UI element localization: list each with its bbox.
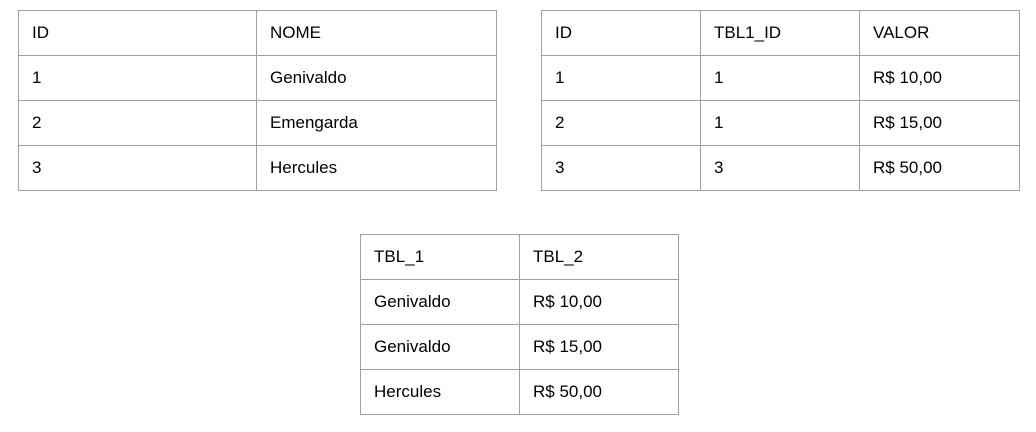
table-cell: Hercules	[256, 145, 497, 191]
table-cell: 1	[18, 55, 257, 101]
table-cell: R$ 10,00	[859, 55, 1020, 101]
table-3-header-tbl-1: TBL_1	[360, 234, 520, 280]
table-cell: Emengarda	[256, 100, 497, 146]
table-cell: 3	[18, 145, 257, 191]
table-cell: 2	[18, 100, 257, 146]
table-cell: Genivaldo	[360, 279, 520, 325]
table-1-header-row: ID NOME	[18, 10, 497, 56]
table-cell: R$ 50,00	[859, 145, 1020, 191]
table-cell: R$ 15,00	[519, 324, 679, 370]
table-2: ID TBL1_ID VALOR 1 1 R$ 10,00 2 1 R$ 15,…	[541, 10, 1020, 191]
table-cell: 2	[541, 100, 701, 146]
table-row: 2 Emengarda	[18, 100, 497, 146]
table-1: ID NOME 1 Genivaldo 2 Emengarda 3 Hercul…	[18, 10, 497, 191]
table-cell: 3	[541, 145, 701, 191]
table-row: 3 Hercules	[18, 145, 497, 191]
table-row: 1 Genivaldo	[18, 55, 497, 101]
table-cell: 1	[700, 55, 860, 101]
table-row: Genivaldo R$ 10,00	[360, 279, 679, 325]
table-row: Genivaldo R$ 15,00	[360, 324, 679, 370]
table-row: 3 3 R$ 50,00	[541, 145, 1020, 191]
table-2-header-tbl1-id: TBL1_ID	[700, 10, 860, 56]
table-3-header-row: TBL_1 TBL_2	[360, 234, 679, 280]
table-cell: R$ 50,00	[519, 369, 679, 415]
table-row: 2 1 R$ 15,00	[541, 100, 1020, 146]
table-cell: Genivaldo	[256, 55, 497, 101]
table-1-header-id: ID	[18, 10, 257, 56]
table-cell: 1	[700, 100, 860, 146]
table-3-header-tbl-2: TBL_2	[519, 234, 679, 280]
table-cell: 1	[541, 55, 701, 101]
table-2-header-valor: VALOR	[859, 10, 1020, 56]
table-cell: R$ 15,00	[859, 100, 1020, 146]
table-3: TBL_1 TBL_2 Genivaldo R$ 10,00 Genivaldo…	[360, 234, 679, 415]
table-1-header-nome: NOME	[256, 10, 497, 56]
table-cell: R$ 10,00	[519, 279, 679, 325]
table-cell: Genivaldo	[360, 324, 520, 370]
table-2-header-id: ID	[541, 10, 701, 56]
table-row: Hercules R$ 50,00	[360, 369, 679, 415]
table-cell: Hercules	[360, 369, 520, 415]
table-2-header-row: ID TBL1_ID VALOR	[541, 10, 1020, 56]
table-cell: 3	[700, 145, 860, 191]
table-row: 1 1 R$ 10,00	[541, 55, 1020, 101]
